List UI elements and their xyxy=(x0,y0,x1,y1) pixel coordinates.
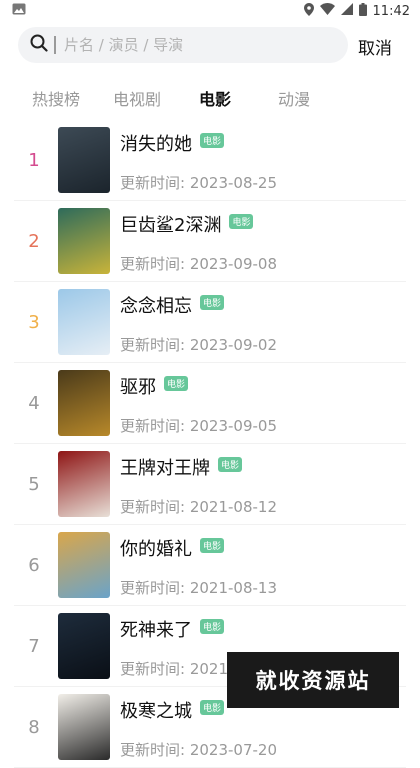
update-time: 更新时间: 2023-09-05 xyxy=(120,417,277,435)
watermark: 就收资源站 xyxy=(227,652,399,708)
rank-number: 6 xyxy=(28,555,40,576)
signal-icon xyxy=(340,3,353,19)
update-time: 更新时间: 2021-08-13 xyxy=(120,579,277,597)
movie-badge: 电影 xyxy=(164,376,189,391)
battery-icon xyxy=(358,2,367,20)
movie-title-line: 消失的她 电影 xyxy=(120,130,225,156)
movie-badge: 电影 xyxy=(200,700,225,715)
text-caret xyxy=(54,36,56,54)
update-time: 更新时间: 2023-07-20 xyxy=(120,741,277,759)
movie-poster[interactable] xyxy=(58,532,110,598)
movie-poster[interactable] xyxy=(58,127,110,193)
movie-poster[interactable] xyxy=(58,370,110,436)
list-item[interactable]: 1 消失的她 电影更新时间: 2023-08-25 xyxy=(14,120,406,201)
movie-badge: 电影 xyxy=(218,457,243,472)
movie-badge: 电影 xyxy=(200,133,225,148)
wifi-icon xyxy=(319,3,335,19)
movie-poster[interactable] xyxy=(58,289,110,355)
movie-title-line: 极寒之城 电影 xyxy=(120,697,225,723)
movie-title-line: 念念相忘 电影 xyxy=(120,292,225,318)
list-item[interactable]: 3 念念相忘 电影更新时间: 2023-09-02 xyxy=(14,282,406,363)
update-time: 更新时间: 2023-09-08 xyxy=(120,255,277,273)
status-time: 11:42 xyxy=(372,3,410,19)
rank-number: 2 xyxy=(28,231,40,252)
movie-title-line: 死神来了 电影 xyxy=(120,616,225,642)
movie-poster[interactable] xyxy=(58,694,110,760)
movie-poster[interactable] xyxy=(58,613,110,679)
movie-poster[interactable] xyxy=(58,208,110,274)
search-input[interactable] xyxy=(64,36,324,54)
movie-title: 死神来了 xyxy=(120,620,192,641)
movie-title-line: 你的婚礼 电影 xyxy=(120,535,225,561)
movie-badge: 电影 xyxy=(200,538,225,553)
update-time: 更新时间: 2021-08-12 xyxy=(120,498,277,516)
rank-number: 1 xyxy=(28,150,40,171)
list-item[interactable]: 6 你的婚礼 电影更新时间: 2021-08-13 xyxy=(14,525,406,606)
movie-title: 念念相忘 xyxy=(120,296,192,317)
cancel-button[interactable]: 取消 xyxy=(358,34,392,59)
rank-number: 4 xyxy=(28,393,40,414)
movie-title: 驱邪 xyxy=(120,377,156,398)
rank-number: 8 xyxy=(28,717,40,738)
movie-title: 消失的她 xyxy=(120,134,192,155)
movie-badge: 电影 xyxy=(200,295,225,310)
tab-tv-series[interactable]: 电视剧 xyxy=(113,86,161,110)
list-item[interactable]: 4 驱邪 电影更新时间: 2023-09-05 xyxy=(14,363,406,444)
rank-number: 5 xyxy=(28,474,40,495)
movie-badge: 电影 xyxy=(200,619,225,634)
category-tabs: 热搜榜 电视剧 电影 动漫 xyxy=(0,86,420,116)
movie-title-line: 驱邪 电影 xyxy=(120,373,189,399)
update-time: 更新时间: 2023-08-25 xyxy=(120,174,277,192)
location-icon xyxy=(303,2,314,20)
list-item[interactable]: 5 王牌对王牌 电影更新时间: 2021-08-12 xyxy=(14,444,406,525)
notification-image-icon xyxy=(12,3,26,19)
rank-number: 3 xyxy=(28,312,40,333)
update-time: 更新时间: 2023-09-02 xyxy=(120,336,277,354)
list-item[interactable]: 2 巨齿鲨2深渊 电影更新时间: 2023-09-08 xyxy=(14,201,406,282)
search-icon xyxy=(30,34,48,56)
rank-number: 7 xyxy=(28,636,40,657)
movie-title: 你的婚礼 xyxy=(120,539,192,560)
movie-badge: 电影 xyxy=(229,214,254,229)
movie-title: 王牌对王牌 xyxy=(120,458,210,479)
tab-hot-search[interactable]: 热搜榜 xyxy=(32,86,80,110)
movie-poster[interactable] xyxy=(58,451,110,517)
movie-title-line: 巨齿鲨2深渊 电影 xyxy=(120,211,254,237)
status-bar: 11:42 xyxy=(0,0,420,22)
tab-movies[interactable]: 电影 xyxy=(199,86,231,110)
tab-anime[interactable]: 动漫 xyxy=(278,86,310,110)
search-bar[interactable] xyxy=(18,27,348,63)
movie-title: 巨齿鲨2深渊 xyxy=(120,215,222,236)
movie-title-line: 王牌对王牌 电影 xyxy=(120,454,243,480)
movie-title: 极寒之城 xyxy=(120,701,192,722)
